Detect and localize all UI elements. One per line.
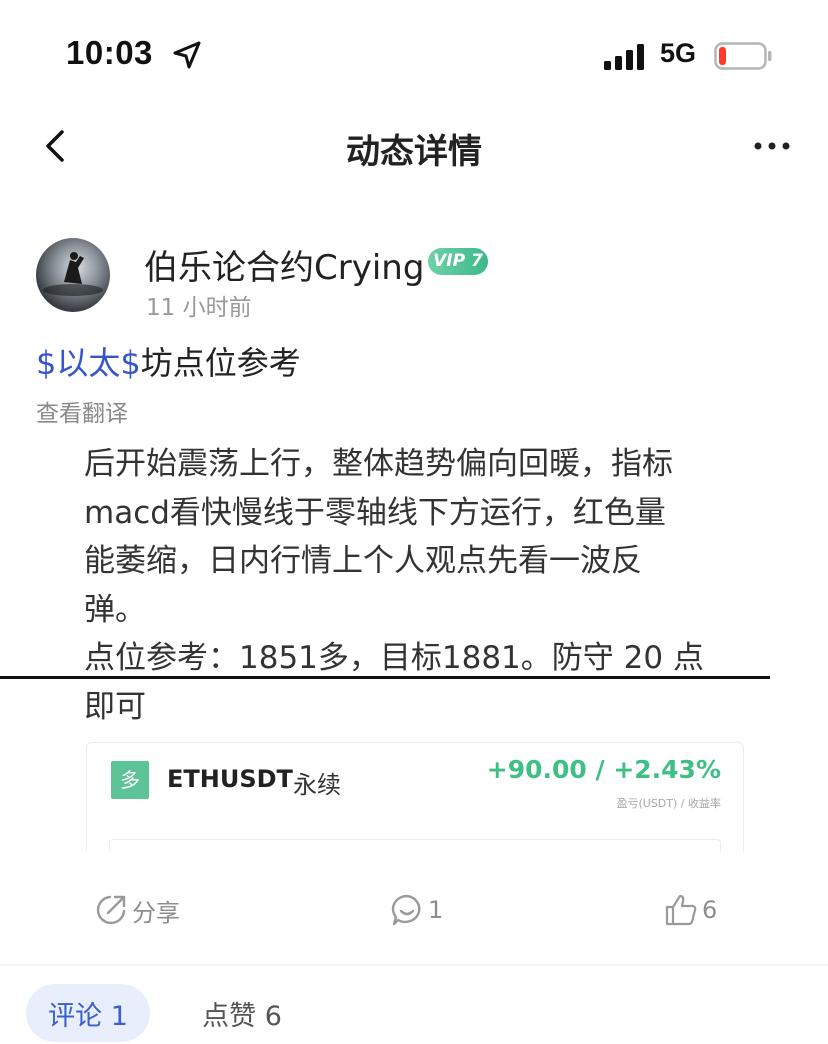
share-label: 分享 <box>132 898 180 927</box>
share-button[interactable]: 分享 <box>94 890 180 930</box>
avatar[interactable] <box>36 238 110 312</box>
section-divider <box>0 964 828 966</box>
like-count: 6 <box>702 896 718 924</box>
status-time: 10:03 <box>66 34 153 71</box>
share-icon <box>96 895 126 925</box>
page-title: 动态详情 <box>346 132 482 172</box>
thumbs-up-icon <box>665 894 697 926</box>
network-type: 5G <box>660 38 697 68</box>
card-inner-panel <box>109 839 721 852</box>
tab-likes[interactable]: 点赞 6 <box>192 984 292 1042</box>
post-body-line: 弹。 <box>84 591 146 628</box>
post-body-line: 后开始震荡上行，整体趋势偏向回暖，指标 <box>84 446 673 482</box>
battery-low-icon <box>714 42 772 70</box>
author-name[interactable]: 伯乐论合约Crying <box>144 240 424 289</box>
direction-badge: 多 <box>111 761 149 799</box>
trade-symbol: ETHUSDT <box>167 765 293 793</box>
pnl-label: 盈亏(USDT) / 收益率 <box>616 797 721 810</box>
translate-link[interactable]: 查看翻译 <box>36 394 128 428</box>
nav-bar: 动态详情 <box>0 110 828 190</box>
comment-icon <box>391 894 421 926</box>
pnl-value: +90.00 / +2.43% <box>486 755 721 784</box>
avatar-image <box>43 252 103 296</box>
comment-like-tabs: 评论 1 点赞 6 <box>0 984 828 1044</box>
post-body-line: macd看快慢线于零轴线下方运行，红色量 <box>84 494 666 531</box>
location-arrow-icon <box>173 41 201 69</box>
post-title-text: 坊点位参考 <box>140 344 301 382</box>
trade-position-card[interactable]: 多 ETHUSDT 永续 +90.00 / +2.43% 盈亏(USDT) / … <box>86 742 744 852</box>
status-bar: 10:03 5G <box>0 0 828 110</box>
post-body-line: 能萎缩，日内行情上个人观点先看一波反 <box>84 543 642 579</box>
annotation-line <box>0 676 770 679</box>
post-actions: 分享 1 6 <box>0 880 828 940</box>
coin-tag-link[interactable]: $以太$ <box>36 344 141 382</box>
more-horizontal-icon[interactable] <box>752 138 792 154</box>
contract-type: 永续 <box>293 771 341 799</box>
cell-signal-icon <box>604 44 644 70</box>
tab-comments[interactable]: 评论 1 <box>26 984 150 1042</box>
post-title: $以太$坊点位参考 <box>36 338 301 384</box>
post-time: 11 小时前 <box>146 295 252 321</box>
comment-count: 1 <box>428 896 444 924</box>
post-body-line: 即可 <box>84 688 146 725</box>
like-button[interactable]: 6 <box>664 890 717 930</box>
comment-button[interactable]: 1 <box>390 890 443 930</box>
post-body: 后开始震荡上行，整体趋势偏向回暖，指标 macd看快慢线于零轴线下方运行，红色量… <box>84 440 744 731</box>
vip-badge: VIP 7 <box>428 248 488 275</box>
